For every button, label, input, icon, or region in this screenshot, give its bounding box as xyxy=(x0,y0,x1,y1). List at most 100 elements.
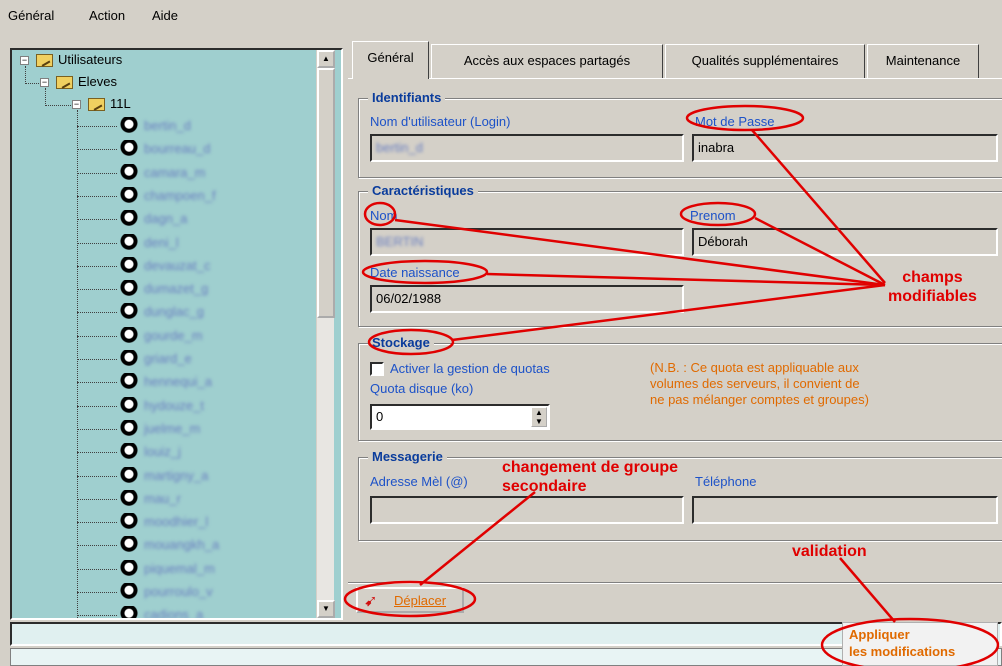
move-button-label: Déplacer xyxy=(394,593,447,608)
identifiants-title: Identifiants xyxy=(368,90,446,105)
scroll-down-icon[interactable]: ▼ xyxy=(317,600,335,618)
menu-aide[interactable]: Aide xyxy=(152,8,178,23)
move-button[interactable]: ➹ Déplacer xyxy=(356,587,464,613)
tree-user-item[interactable]: bertin_d xyxy=(144,116,191,136)
tree-connector xyxy=(77,359,117,360)
tree-user-item[interactable]: hydouze_t xyxy=(144,396,204,416)
tab-general[interactable]: Général xyxy=(352,41,429,79)
prenom-field[interactable]: Déborah xyxy=(692,228,998,256)
email-field[interactable] xyxy=(370,496,684,524)
email-label: Adresse Mèl (@) xyxy=(370,474,468,489)
scroll-thumb[interactable] xyxy=(317,68,335,318)
tree-user-item[interactable]: griard_e xyxy=(144,349,192,369)
tree-user-item[interactable]: dagn_a xyxy=(144,209,187,229)
prenom-label: Prenom xyxy=(690,208,736,223)
annotation-editable-line: champs xyxy=(902,269,963,286)
tree-user-item[interactable]: mau_r xyxy=(144,489,181,509)
user-icon xyxy=(120,117,138,135)
prenom-value: Déborah xyxy=(698,234,748,249)
menu-general[interactable]: Général xyxy=(8,8,54,23)
quota-note: (N.B. : Ce quota est appliquable aux vol… xyxy=(650,360,869,408)
tree-connector xyxy=(77,265,117,267)
tree-connector xyxy=(77,498,117,500)
annotation-group-change-line: changement de groupe xyxy=(502,459,679,476)
nom-field[interactable]: BERTIN xyxy=(370,228,684,256)
tree-user-item[interactable]: bourreau_d xyxy=(144,139,211,159)
annotation-group-change-line: secondaire xyxy=(502,478,587,495)
tree-group-eleves[interactable]: Eleves xyxy=(78,72,117,92)
phone-label: Téléphone xyxy=(695,474,757,489)
quota-note-line: volumes des serveurs, il convient de xyxy=(650,376,860,391)
tree-connector xyxy=(77,242,117,244)
spin-arrows-icon[interactable]: ▲ ▼ xyxy=(531,407,547,427)
tree-user-item[interactable]: gourde_m xyxy=(144,326,203,346)
scroll-up-icon[interactable]: ▲ xyxy=(317,50,335,68)
tree-connector xyxy=(77,405,117,407)
user-icon xyxy=(120,140,138,159)
apply-button[interactable]: Appliquer les modifications xyxy=(842,622,998,666)
quota-checkbox[interactable] xyxy=(370,362,384,376)
user-tree[interactable]: − Utilisateurs − Eleves − 11L bertin_dbo… xyxy=(10,48,343,620)
caracteristiques-title: Caractéristiques xyxy=(368,183,478,198)
menu-action[interactable]: Action xyxy=(89,8,125,23)
tree-connector xyxy=(77,219,117,221)
user-icon xyxy=(120,303,138,322)
tree-user-item[interactable]: louiz_j xyxy=(144,442,181,462)
tree-user-item[interactable]: juelme_m xyxy=(144,419,200,439)
tree-user-item[interactable]: dunglac_g xyxy=(144,302,204,322)
tree-user-item[interactable]: devauzat_c xyxy=(144,256,211,276)
login-field[interactable]: bertin_d xyxy=(370,134,684,162)
apply-button-label-1: Appliquer xyxy=(849,627,910,642)
password-field[interactable]: inabra xyxy=(692,134,998,162)
user-icon xyxy=(120,233,138,252)
tree-user-item[interactable]: martigny_a xyxy=(144,466,208,486)
tree-connector xyxy=(77,615,117,617)
collapse-icon[interactable]: − xyxy=(20,56,29,65)
user-icon xyxy=(120,163,138,182)
tree-connector xyxy=(77,452,117,454)
tree-user-item[interactable]: camara_m xyxy=(144,163,205,183)
tree-user-item[interactable]: piquemal_m xyxy=(144,559,215,579)
separator xyxy=(348,582,1002,584)
collapse-icon[interactable]: − xyxy=(40,78,49,87)
tree-user-item[interactable]: champoen_f xyxy=(144,186,216,206)
tree-user-item[interactable]: hennequi_a xyxy=(144,372,212,392)
tree-connector xyxy=(77,545,117,547)
user-icon xyxy=(120,536,138,555)
tree-connector xyxy=(77,522,117,524)
date-field[interactable]: 06/02/1988 xyxy=(370,285,684,313)
menu-bar: Général Action Aide xyxy=(0,0,1002,34)
tab-extra-qualities[interactable]: Qualités supplémentaires xyxy=(665,44,865,78)
phone-field[interactable] xyxy=(692,496,998,524)
user-icon xyxy=(120,373,138,392)
apply-button-label-2: les modifications xyxy=(849,644,956,659)
tree-user-item[interactable]: pourroulo_v xyxy=(144,582,213,602)
user-icon xyxy=(120,210,138,229)
tab-shared-spaces[interactable]: Accès aux espaces partagés xyxy=(431,44,663,78)
date-label: Date naissance xyxy=(370,265,460,280)
tree-user-item[interactable]: mouangkh_a xyxy=(144,535,219,555)
tree-user-item[interactable]: cadions_a xyxy=(144,605,203,618)
tree-connector xyxy=(77,172,117,174)
tree-class-11l[interactable]: 11L xyxy=(110,94,131,114)
tree-user-item[interactable]: dumazet_g xyxy=(144,279,208,299)
collapse-icon[interactable]: − xyxy=(72,100,81,109)
tab-maintenance[interactable]: Maintenance xyxy=(867,44,979,78)
annotation-editable-line: modifiables xyxy=(888,288,977,305)
quota-note-line: ne pas mélanger comptes et groupes) xyxy=(650,392,869,407)
tree-connector xyxy=(77,592,117,593)
quota-stepper[interactable]: 0 xyxy=(370,404,550,430)
tree-user-item[interactable]: moodhier_l xyxy=(144,512,208,532)
folder-icon xyxy=(88,98,105,111)
tab-panel-edge xyxy=(348,78,1002,79)
quota-value: 0 xyxy=(376,409,384,424)
login-label: Nom d'utilisateur (Login) xyxy=(370,114,511,129)
password-value: inabra xyxy=(698,140,735,155)
user-icon xyxy=(120,443,138,462)
quota-note-line: (N.B. : Ce quota est appliquable aux xyxy=(650,360,859,375)
tree-root-utilisateurs[interactable]: Utilisateurs xyxy=(58,50,122,70)
annotation-group-change: changement de groupe secondaire xyxy=(502,458,678,496)
annotation-editable: champs modifiables xyxy=(888,268,977,306)
tree-user-item[interactable]: deni_l xyxy=(144,233,179,253)
user-icon xyxy=(120,559,138,578)
